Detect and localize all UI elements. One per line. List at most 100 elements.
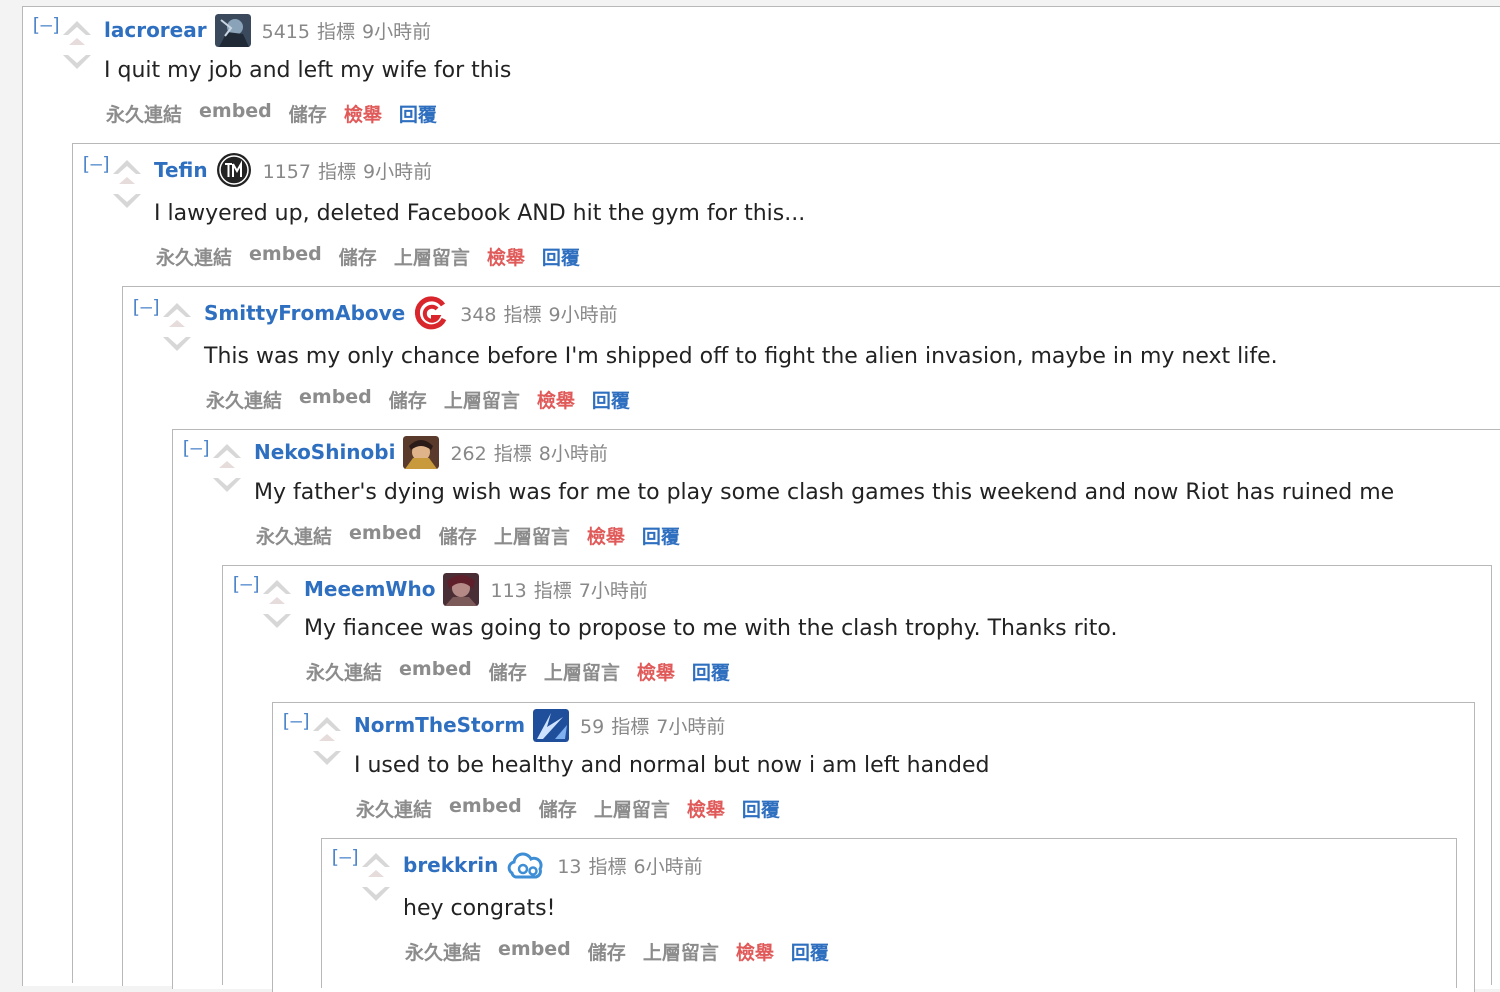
permalink-link[interactable]: 永久連結: [256, 522, 332, 549]
points: 348: [460, 303, 497, 326]
comment-body: My fiancee was going to propose to me wi…: [304, 616, 1118, 641]
vote-arrows: [210, 441, 244, 503]
vote-arrows: [160, 300, 194, 362]
comment-header: lacrorear 5415 指標 9小時前: [104, 13, 431, 47]
permalink-link[interactable]: 永久連結: [306, 658, 382, 685]
comment-actions: 永久連結 embed 儲存 上層留言 檢舉 回覆: [256, 522, 697, 549]
permalink-link[interactable]: 永久連結: [356, 795, 432, 822]
embed-link[interactable]: embed: [299, 386, 372, 413]
comment-actions: 永久連結 embed 儲存 檢舉 回覆: [106, 100, 454, 127]
collapse-toggle[interactable]: [–]: [329, 846, 361, 868]
downvote-icon[interactable]: [110, 191, 144, 213]
collapse-toggle[interactable]: [–]: [80, 153, 112, 175]
save-link[interactable]: 儲存: [389, 386, 427, 413]
upvote-icon[interactable]: [110, 157, 144, 185]
collapse-toggle[interactable]: [–]: [230, 573, 262, 595]
downvote-icon[interactable]: [210, 475, 244, 497]
permalink-link[interactable]: 永久連結: [156, 243, 232, 270]
save-link[interactable]: 儲存: [439, 522, 477, 549]
comment-header: NormTheStorm 59 指標 7小時前: [354, 708, 725, 742]
parent-link[interactable]: 上層留言: [444, 386, 520, 413]
collapse-toggle[interactable]: [–]: [30, 14, 62, 36]
embed-link[interactable]: embed: [449, 795, 522, 822]
upvote-icon[interactable]: [160, 300, 194, 328]
upvote-icon[interactable]: [60, 18, 94, 46]
collapse-toggle[interactable]: [–]: [280, 710, 312, 732]
save-link[interactable]: 儲存: [339, 243, 377, 270]
points: 1157: [262, 160, 311, 183]
report-link[interactable]: 檢舉: [637, 658, 675, 685]
reply-link[interactable]: 回覆: [542, 243, 580, 270]
save-link[interactable]: 儲存: [289, 100, 327, 127]
reply-link[interactable]: 回覆: [399, 100, 437, 127]
reply-link[interactable]: 回覆: [692, 658, 730, 685]
points: 13: [557, 855, 582, 878]
permalink-link[interactable]: 永久連結: [106, 100, 182, 127]
reply-link[interactable]: 回覆: [791, 938, 829, 965]
parent-link[interactable]: 上層留言: [643, 938, 719, 965]
upvote-icon[interactable]: [310, 714, 344, 742]
downvote-icon[interactable]: [160, 334, 194, 356]
vote-arrows: [110, 157, 144, 219]
points-label: 指標: [503, 303, 542, 326]
upvote-icon[interactable]: [210, 441, 244, 469]
timestamp: 9小時前: [361, 20, 432, 43]
parent-link[interactable]: 上層留言: [394, 243, 470, 270]
parent-link[interactable]: 上層留言: [544, 658, 620, 685]
embed-link[interactable]: embed: [498, 938, 571, 965]
points: 59: [580, 715, 605, 738]
timestamp: 6小時前: [633, 855, 703, 878]
comment-actions: 永久連結 embed 儲存 上層留言 檢舉 回覆: [306, 658, 747, 685]
report-link[interactable]: 檢舉: [587, 522, 625, 549]
timestamp: 9小時前: [363, 160, 433, 183]
embed-link[interactable]: embed: [349, 522, 422, 549]
report-link[interactable]: 檢舉: [687, 795, 725, 822]
reply-link[interactable]: 回覆: [642, 522, 680, 549]
report-link[interactable]: 檢舉: [537, 386, 575, 413]
downvote-icon[interactable]: [260, 611, 294, 633]
comment-body: I quit my job and left my wife for this: [104, 58, 512, 83]
collapse-toggle[interactable]: [–]: [180, 437, 212, 459]
downvote-icon[interactable]: [310, 748, 344, 770]
author-link[interactable]: lacrorear: [104, 18, 207, 42]
author-link[interactable]: NekoShinobi: [254, 440, 395, 464]
vote-arrows: [359, 850, 393, 912]
upvote-icon[interactable]: [359, 850, 393, 878]
downvote-icon[interactable]: [359, 884, 393, 906]
comment-actions: 永久連結 embed 儲存 上層留言 檢舉 回覆: [206, 386, 647, 413]
reply-link[interactable]: 回覆: [742, 795, 780, 822]
upvote-icon[interactable]: [260, 577, 294, 605]
save-link[interactable]: 儲存: [489, 658, 527, 685]
report-link[interactable]: 檢舉: [487, 243, 525, 270]
report-link[interactable]: 檢舉: [344, 100, 382, 127]
vote-arrows: [260, 577, 294, 639]
collapse-toggle[interactable]: [–]: [130, 296, 162, 318]
cloud9-logo-icon: [508, 852, 543, 878]
points-label: 指標: [611, 715, 650, 738]
author-link[interactable]: brekkrin: [403, 853, 498, 877]
author-link[interactable]: Tefin: [154, 158, 208, 182]
tsm-logo-icon: [216, 153, 251, 187]
champion-avatar-icon: [443, 572, 480, 606]
embed-link[interactable]: embed: [399, 658, 472, 685]
parent-link[interactable]: 上層留言: [494, 522, 570, 549]
permalink-link[interactable]: 永久連結: [405, 938, 481, 965]
author-link[interactable]: SmittyFromAbove: [204, 301, 405, 325]
save-link[interactable]: 儲存: [588, 938, 626, 965]
downvote-icon[interactable]: [60, 52, 94, 74]
comment-header: MeeemWho 113 指標 7小時前: [304, 572, 648, 606]
points: 113: [490, 579, 527, 602]
parent-link[interactable]: 上層留言: [594, 795, 670, 822]
embed-link[interactable]: embed: [199, 100, 272, 127]
reply-link[interactable]: 回覆: [592, 386, 630, 413]
save-link[interactable]: 儲存: [539, 795, 577, 822]
champion-avatar-icon: [533, 708, 570, 742]
report-link[interactable]: 檢舉: [736, 938, 774, 965]
points-label: 指標: [533, 579, 572, 602]
author-link[interactable]: MeeemWho: [304, 577, 435, 601]
author-link[interactable]: NormTheStorm: [354, 713, 525, 737]
timestamp: 8小時前: [538, 442, 608, 465]
embed-link[interactable]: embed: [249, 243, 322, 270]
permalink-link[interactable]: 永久連結: [206, 386, 282, 413]
timestamp: 7小時前: [578, 579, 648, 602]
